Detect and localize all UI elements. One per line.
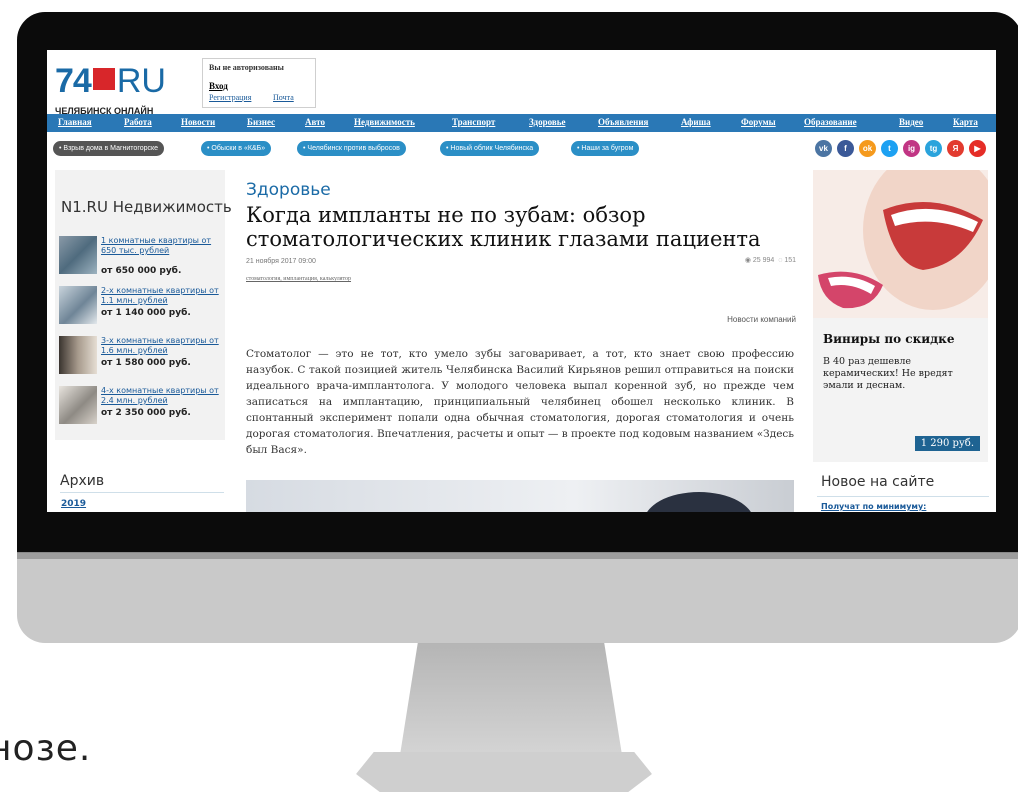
auth-box: Вы не авторизованы Вход Регистрация Почт… — [202, 58, 316, 108]
browser-screen: 74 RU ЧЕЛЯБИНСК ОНЛАЙН Вы не авторизованы… — [47, 50, 996, 512]
tag-pill[interactable]: • Наши за бугром — [571, 141, 640, 156]
listing-price: от 1 580 000 руб. — [101, 358, 191, 368]
listing-link[interactable]: 4-х комнатные квартиры от 2.4 млн. рубле… — [101, 386, 225, 406]
auth-status: Вы не авторизованы — [209, 63, 284, 72]
mail-link[interactable]: Почта — [273, 93, 294, 102]
nav-item-forums[interactable]: Форумы — [741, 117, 776, 127]
realty-widget-title: N1.RU Недвижимость — [61, 198, 232, 216]
logo-square-icon — [92, 68, 115, 90]
ad-image — [813, 170, 988, 318]
nav-item-video[interactable]: Видео — [899, 117, 923, 127]
article-lead: Стоматолог — это не тот, кто умело зубы … — [246, 348, 794, 456]
main-navigation: Главная Работа Новости Бизнес Авто Недви… — [47, 114, 996, 132]
nav-item-business[interactable]: Бизнес — [247, 117, 275, 127]
nav-item-jobs[interactable]: Работа — [124, 117, 152, 127]
views-icon: ◉ — [744, 257, 751, 264]
instagram-icon[interactable]: ig — [903, 140, 920, 157]
login-link[interactable]: Вход — [209, 81, 228, 91]
tag-pill[interactable]: • Взрыв дома в Магнитогорске — [53, 141, 165, 156]
tag-pill[interactable]: • Новый облик Челябинска — [440, 141, 540, 156]
overlay-caption: нозе. — [0, 728, 92, 769]
telegram-icon[interactable]: tg — [925, 140, 942, 157]
logo-number: 74 — [55, 62, 92, 100]
ad-title: Виниры по скидке — [823, 332, 955, 346]
listing-price: от 1 140 000 руб. — [101, 308, 191, 318]
tag-label: Новый облик Челябинска — [450, 145, 534, 152]
comments-count[interactable]: 151 — [784, 257, 796, 264]
register-link[interactable]: Регистрация — [209, 93, 251, 102]
tag-pill[interactable]: • Челябинск против выбросов — [297, 141, 406, 156]
listing-link[interactable]: 3-х комнатные квартиры от 1.6 млн. рубле… — [101, 336, 225, 356]
new-on-site-link[interactable]: Получат по минимуму: — [821, 502, 926, 511]
comments-icon[interactable]: ◌ — [778, 257, 782, 264]
nav-item-transport[interactable]: Транспорт — [452, 117, 495, 127]
nav-item-home[interactable]: Главная — [58, 117, 92, 127]
company-news-label: Новости компаний — [727, 315, 796, 324]
vk-icon[interactable]: vk — [815, 140, 832, 157]
listing-link[interactable]: 1 комнатные квартиры от 650 тыс. рублей — [101, 236, 225, 256]
site-logo[interactable]: 74 RU ЧЕЛЯБИНСК ОНЛАЙН — [55, 62, 166, 116]
tag-label: Обыски в «К&Б» — [211, 145, 266, 152]
ad-banner[interactable]: Виниры по скидке В 40 раз дешевле керами… — [813, 170, 988, 462]
nav-item-ads[interactable]: Объявления — [598, 117, 648, 127]
tag-label: Наши за бугром — [581, 145, 634, 152]
logo-ru: RU — [116, 62, 166, 100]
divider — [817, 496, 989, 497]
nav-item-health[interactable]: Здоровье — [529, 117, 565, 127]
tag-label: Челябинск против выбросов — [307, 145, 400, 152]
ad-text: В 40 раз дешевле керамических! Не вредят… — [823, 356, 953, 391]
listing-price: от 2 350 000 руб. — [101, 408, 191, 418]
nav-item-education[interactable]: Образование — [804, 117, 857, 127]
yandex-icon[interactable]: Я — [947, 140, 964, 157]
archive-title: Архив — [60, 473, 105, 489]
new-on-site-title: Новое на сайте — [821, 474, 935, 490]
archive-year-link[interactable]: 2019 — [61, 499, 86, 509]
article-photo — [246, 480, 794, 512]
odnoklassniki-icon[interactable]: ok — [859, 140, 876, 157]
monitor-chin — [17, 552, 1018, 643]
listing-price: от 650 000 руб. — [101, 266, 182, 276]
listing-image — [59, 386, 97, 424]
nav-item-afisha[interactable]: Афиша — [681, 117, 711, 127]
ad-price-badge[interactable]: 1 290 руб. — [914, 436, 980, 451]
listing-image — [59, 336, 97, 374]
tag-pill[interactable]: • Обыски в «К&Б» — [201, 141, 272, 156]
monitor-stand-neck — [400, 643, 622, 755]
facebook-icon[interactable]: f — [837, 140, 854, 157]
listing-image — [59, 236, 97, 274]
list-item[interactable]: 4-х комнатные квартиры от 2.4 млн. рубле… — [59, 386, 225, 428]
youtube-icon[interactable]: ▶ — [969, 140, 986, 157]
list-item[interactable]: 3-х комнатные квартиры от 1.6 млн. рубле… — [59, 336, 225, 378]
smile-illustration — [818, 170, 988, 310]
views-count: 25 994 — [752, 257, 775, 264]
nav-item-realty[interactable]: Недвижимость — [354, 117, 415, 127]
article-date: 21 ноября 2017 09:00 — [246, 258, 316, 265]
article-headline: Когда импланты не по зубам: обзор стомат… — [246, 203, 761, 251]
article-stats: ◉ 25 994 ◌ 151 — [745, 256, 796, 264]
tag-label: Взрыв дома в Магнитогорске — [63, 145, 159, 152]
nav-item-news[interactable]: Новости — [181, 117, 215, 127]
nav-item-auto[interactable]: Авто — [305, 117, 325, 127]
nav-item-map[interactable]: Карта — [953, 117, 978, 127]
divider — [60, 492, 224, 493]
article-tags[interactable]: стоматология, имплантация, калькулятор — [246, 276, 351, 282]
realty-widget: N1.RU Недвижимость 1 комнатные квартиры … — [55, 170, 232, 440]
list-item[interactable]: 1 комнатные квартиры от 650 тыс. рублей … — [59, 236, 225, 278]
list-item[interactable]: 2-х комнатные квартиры от 1.1 млн. рубле… — [59, 286, 225, 328]
listing-link[interactable]: 2-х комнатные квартиры от 1.1 млн. рубле… — [101, 286, 225, 306]
article-section[interactable]: Здоровье — [246, 180, 331, 200]
monitor-stand-foot — [356, 752, 652, 792]
twitter-icon[interactable]: t — [881, 140, 898, 157]
listing-image — [59, 286, 97, 324]
